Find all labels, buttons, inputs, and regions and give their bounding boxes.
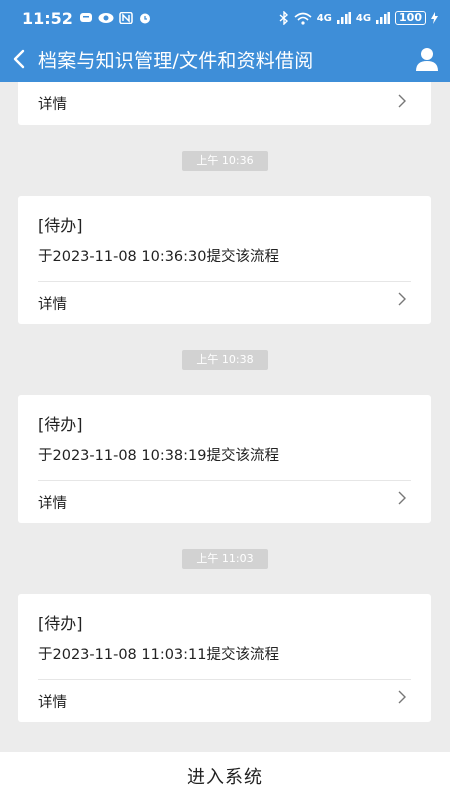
chevron-right-icon xyxy=(398,690,406,704)
signal-icon xyxy=(336,12,351,24)
app-header: 档案与知识管理/文件和资料借阅 xyxy=(0,36,450,82)
nfc-icon xyxy=(119,12,133,24)
message-list[interactable]: 详情 上午 10:36 [待办] 于2023-11-08 10:36:30提交该… xyxy=(0,82,450,752)
chevron-left-icon xyxy=(13,49,25,69)
user-icon xyxy=(416,48,438,71)
detail-link[interactable]: 详情 xyxy=(38,293,67,314)
wifi-icon xyxy=(294,12,312,25)
signal-label-1: 4G xyxy=(316,12,332,24)
signal-label-2: 4G xyxy=(355,12,372,24)
message-card: [待办] 于2023-11-08 10:38:19提交该流程 详情 xyxy=(18,395,431,523)
chevron-right-icon xyxy=(398,292,406,306)
divider xyxy=(38,281,411,282)
message-card: [待办] 于2023-11-08 11:03:11提交该流程 详情 xyxy=(18,594,431,722)
signal-icon-2 xyxy=(376,12,391,24)
message-tag: [待办] xyxy=(38,614,83,633)
detail-link[interactable]: 详情 xyxy=(38,691,67,712)
time-badge: 上午 10:38 xyxy=(182,350,268,370)
detail-link[interactable]: 详情 xyxy=(38,93,67,114)
message-card: [待办] 于2023-11-08 10:36:30提交该流程 详情 xyxy=(18,196,431,324)
message-text: 于2023-11-08 10:38:19提交该流程 xyxy=(38,448,279,464)
message-text: 于2023-11-08 10:36:30提交该流程 xyxy=(38,249,279,265)
message-icon xyxy=(79,13,92,22)
alarm-icon xyxy=(139,13,150,24)
time-badge: 上午 11:03 xyxy=(182,549,268,569)
detail-link[interactable]: 详情 xyxy=(38,492,67,513)
enter-system-button[interactable]: 进入系统 xyxy=(187,763,263,789)
time-badge: 上午 10:36 xyxy=(182,151,268,171)
message-tag: [待办] xyxy=(38,415,83,434)
status-time: 11:52 xyxy=(22,8,73,28)
status-bar: 11:52 4G 4G 100 xyxy=(0,0,450,36)
page-title: 档案与知识管理/文件和资料借阅 xyxy=(38,49,314,72)
charging-icon xyxy=(431,12,438,24)
message-text: 于2023-11-08 11:03:11提交该流程 xyxy=(38,647,279,663)
bluetooth-icon xyxy=(279,11,288,25)
user-button[interactable] xyxy=(414,46,440,72)
chevron-right-icon xyxy=(398,491,406,505)
eye-icon xyxy=(98,13,114,23)
message-tag: [待办] xyxy=(38,216,83,235)
message-card: 详情 xyxy=(18,82,431,125)
bottom-bar: 进入系统 xyxy=(0,752,450,800)
back-button[interactable] xyxy=(0,36,38,82)
battery-indicator: 100 xyxy=(395,11,426,25)
divider xyxy=(38,480,411,481)
divider xyxy=(38,679,411,680)
chevron-right-icon xyxy=(398,94,406,108)
